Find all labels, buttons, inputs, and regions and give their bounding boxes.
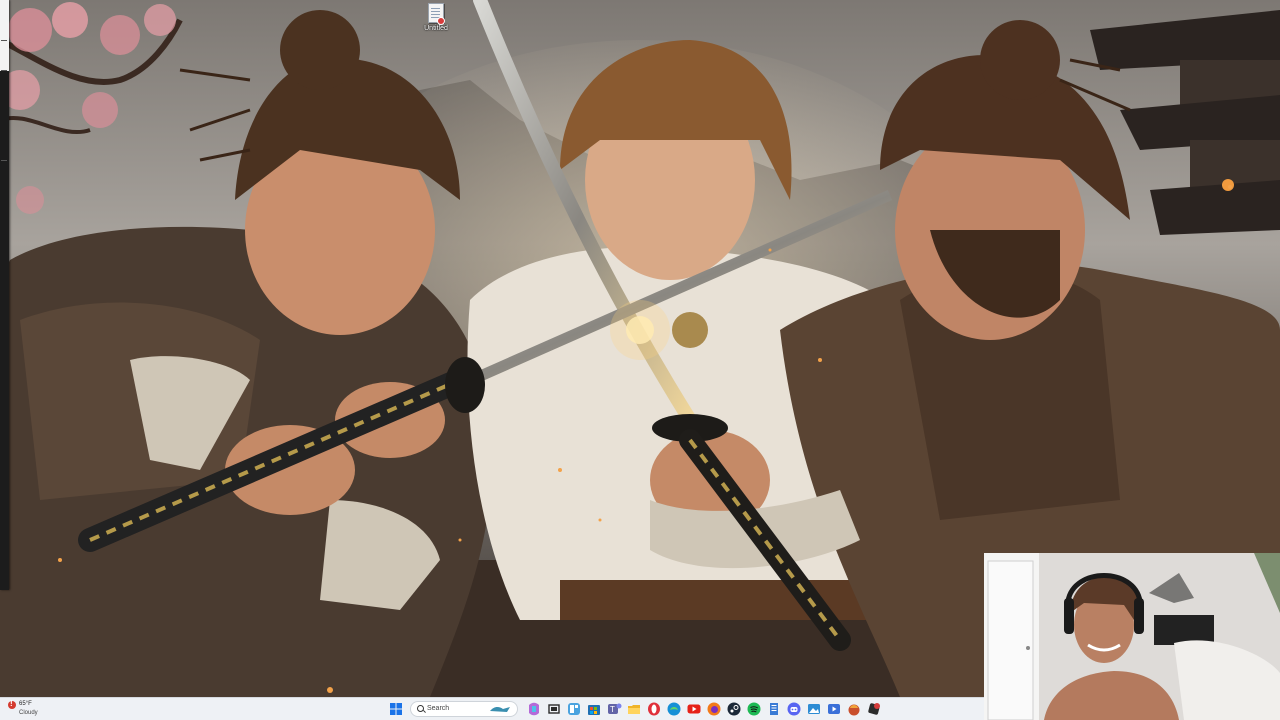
opera-icon[interactable] (646, 701, 662, 717)
media-player-icon[interactable] (826, 701, 842, 717)
teams-icon[interactable]: T (606, 701, 622, 717)
weather-condition: Cloudy (19, 710, 38, 716)
discord-icon[interactable] (786, 701, 802, 717)
weather-alert-icon (8, 699, 16, 709)
roblox-studio-icon[interactable] (866, 701, 882, 717)
spotify-icon[interactable] (746, 701, 762, 717)
edge-icon[interactable] (666, 701, 682, 717)
error-badge-icon (437, 17, 445, 25)
desktop-icon-label: Untitled (424, 25, 448, 32)
search-placeholder: Search (427, 705, 450, 712)
weather-temperature: 65°F (19, 701, 32, 707)
steam-icon[interactable] (726, 701, 742, 717)
store-icon[interactable] (586, 701, 602, 717)
widgets-icon[interactable] (566, 701, 582, 717)
search-highlight-icon (490, 706, 510, 712)
taskbar-search[interactable]: Search (410, 701, 518, 717)
text-document-icon (428, 3, 445, 25)
windows-start-icon[interactable] (388, 701, 404, 717)
webcam-feed (984, 553, 1280, 720)
svg-text:T: T (610, 705, 615, 714)
game-launcher-icon[interactable] (846, 701, 862, 717)
copilot-icon[interactable] (526, 701, 542, 717)
desktop: Untitled 65°F Cloudy (0, 0, 1280, 720)
left-window-edge (0, 0, 9, 590)
task-view-icon[interactable] (546, 701, 562, 717)
weather-widget[interactable]: 65°F Cloudy (8, 699, 68, 719)
taskbar: 65°F Cloudy Search (0, 697, 984, 720)
photos-icon[interactable] (806, 701, 822, 717)
search-icon (417, 705, 424, 712)
notepad-icon[interactable] (766, 701, 782, 717)
firefox-icon[interactable] (706, 701, 722, 717)
desktop-icon-untitled[interactable]: Untitled (420, 3, 452, 37)
file-explorer-icon[interactable] (626, 701, 642, 717)
youtube-icon[interactable] (686, 701, 702, 717)
